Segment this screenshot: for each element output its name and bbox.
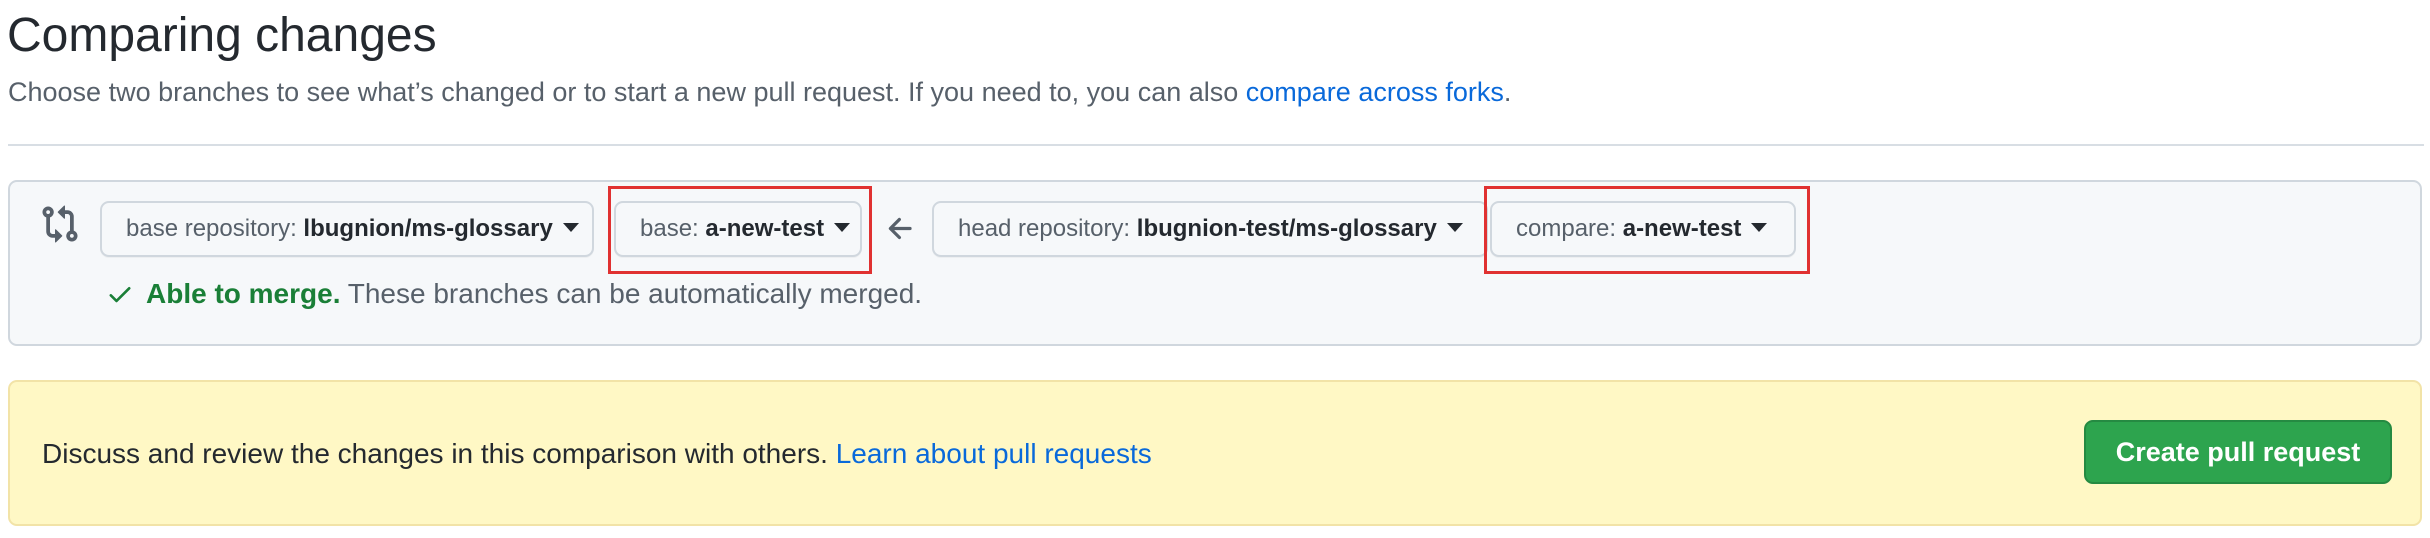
subtitle-text: Choose two branches to see what’s change…: [8, 77, 1246, 107]
compare-branch-picker[interactable]: compare: a-new-test: [1490, 201, 1796, 257]
range-editor: base repository: lbugnion/ms-glossary ba…: [8, 180, 2422, 346]
divider: [8, 144, 2424, 146]
pull-request-flash: Discuss and review the changes in this c…: [8, 380, 2422, 526]
head-repository-label: head repository:: [958, 215, 1137, 242]
page-title: Comparing changes: [7, 9, 437, 62]
base-repository-label: base repository:: [126, 215, 304, 242]
learn-pull-requests-link[interactable]: Learn about pull requests: [836, 438, 1152, 469]
base-repository-value: lbugnion/ms-glossary: [303, 215, 553, 242]
arrow-left-icon: [888, 217, 912, 240]
merge-ok-text: Able to merge.: [146, 278, 341, 309]
base-branch-label: base:: [640, 215, 706, 242]
base-branch-picker[interactable]: base: a-new-test: [614, 201, 862, 257]
flash-text: Discuss and review the changes in this c…: [42, 438, 836, 469]
compare-branch-label: compare:: [1516, 215, 1623, 242]
base-branch-value: a-new-test: [705, 215, 825, 242]
compare-across-forks-link[interactable]: compare across forks: [1246, 77, 1504, 107]
flash-message: Discuss and review the changes in this c…: [42, 434, 1152, 474]
page-subtitle: Choose two branches to see what’s change…: [8, 72, 1511, 112]
create-pull-request-button[interactable]: Create pull request: [2084, 420, 2392, 484]
caret-down-icon: [834, 223, 851, 233]
base-repository-picker[interactable]: base repository: lbugnion/ms-glossary: [100, 201, 594, 257]
check-icon: [109, 286, 131, 302]
compare-page: Comparing changes Choose two branches to…: [0, 0, 2430, 538]
merge-detail-text: These branches can be automatically merg…: [340, 278, 923, 309]
head-repository-value: lbugnion-test/ms-glossary: [1136, 215, 1437, 242]
compare-branch-value: a-new-test: [1622, 215, 1742, 242]
git-compare-icon: [42, 205, 78, 243]
caret-down-icon: [562, 223, 579, 233]
caret-down-icon: [1751, 223, 1768, 233]
head-repository-picker[interactable]: head repository: lbugnion-test/ms-glossa…: [932, 201, 1488, 257]
merge-status: Able to merge. These branches can be aut…: [106, 274, 922, 314]
caret-down-icon: [1446, 223, 1463, 233]
subtitle-end: .: [1503, 77, 1512, 107]
